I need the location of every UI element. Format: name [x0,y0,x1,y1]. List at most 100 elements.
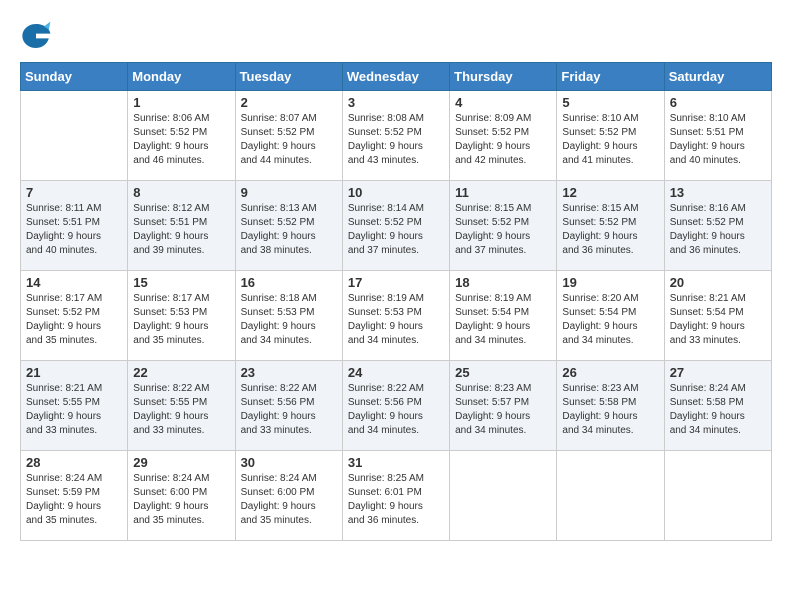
day-info: Sunrise: 8:22 AMSunset: 5:55 PMDaylight:… [133,382,229,438]
day-number: 13 [670,185,766,200]
calendar-cell [557,451,664,541]
calendar-cell: 5 Sunrise: 8:10 AMSunset: 5:52 PMDaylight… [557,91,664,181]
calendar-cell: 24 Sunrise: 8:22 AMSunset: 5:56 PMDayligh… [342,361,449,451]
day-number: 15 [133,275,229,290]
day-number: 26 [562,365,658,380]
weekday-header-tuesday: Tuesday [235,63,342,91]
day-number: 10 [348,185,444,200]
day-number: 29 [133,455,229,470]
day-info: Sunrise: 8:24 AMSunset: 6:00 PMDaylight:… [133,472,229,528]
day-info: Sunrise: 8:10 AMSunset: 5:52 PMDaylight:… [562,112,658,168]
calendar-cell: 6Sunrise: 8:10 AMSunset: 5:51 PMDaylight… [664,91,771,181]
day-number: 24 [348,365,444,380]
day-number: 8 [133,185,229,200]
calendar-cell: 15 Sunrise: 8:17 AMSunset: 5:53 PMDayligh… [128,271,235,361]
day-number: 22 [133,365,229,380]
calendar-cell: 2Sunrise: 8:07 AMSunset: 5:52 PMDaylight… [235,91,342,181]
day-info: Sunrise: 8:23 AMSunset: 5:57 PMDaylight:… [455,382,551,438]
day-info: Sunrise: 8:19 AMSunset: 5:54 PMDaylight:… [455,292,551,348]
calendar-cell: 14 Sunrise: 8:17 AMSunset: 5:52 PMDayligh… [21,271,128,361]
weekday-header-thursday: Thursday [450,63,557,91]
calendar-cell: 8 Sunrise: 8:12 AMSunset: 5:51 PMDaylight… [128,181,235,271]
calendar-cell: 10 Sunrise: 8:14 AMSunset: 5:52 PMDayligh… [342,181,449,271]
calendar-table: SundayMondayTuesdayWednesdayThursdayFrid… [20,62,772,541]
calendar-cell: 28Sunrise: 8:24 AMSunset: 5:59 PMDayligh… [21,451,128,541]
calendar-cell: 26 Sunrise: 8:23 AMSunset: 5:58 PMDayligh… [557,361,664,451]
day-info: Sunrise: 8:24 AMSunset: 6:00 PMDaylight:… [241,472,337,528]
calendar-cell: 13 Sunrise: 8:16 AMSunset: 5:52 PMDayligh… [664,181,771,271]
day-info: Sunrise: 8:18 AMSunset: 5:53 PMDaylight:… [241,292,337,348]
calendar-cell: 3 Sunrise: 8:08 AMSunset: 5:52 PMDaylight… [342,91,449,181]
calendar-cell: 27 Sunrise: 8:24 AMSunset: 5:58 PMDayligh… [664,361,771,451]
day-number: 9 [241,185,337,200]
day-number: 1 [133,95,229,110]
day-info: Sunrise: 8:15 AMSunset: 5:52 PMDaylight:… [562,202,658,258]
day-info: Sunrise: 8:12 AMSunset: 5:51 PMDaylight:… [133,202,229,258]
day-number: 12 [562,185,658,200]
weekday-header-friday: Friday [557,63,664,91]
day-info: Sunrise: 8:23 AMSunset: 5:58 PMDaylight:… [562,382,658,438]
day-info: Sunrise: 8:16 AMSunset: 5:52 PMDaylight:… [670,202,766,258]
day-number: 16 [241,275,337,290]
day-number: 17 [348,275,444,290]
day-info: Sunrise: 8:20 AMSunset: 5:54 PMDaylight:… [562,292,658,348]
day-number: 14 [26,275,122,290]
calendar-week-row: 7 Sunrise: 8:11 AMSunset: 5:51 PMDaylight… [21,181,772,271]
calendar-cell: 12 Sunrise: 8:15 AMSunset: 5:52 PMDayligh… [557,181,664,271]
day-info: Sunrise: 8:22 AMSunset: 5:56 PMDaylight:… [348,382,444,438]
weekday-header-monday: Monday [128,63,235,91]
day-info: Sunrise: 8:21 AMSunset: 5:55 PMDaylight:… [26,382,122,438]
day-info: Sunrise: 8:11 AMSunset: 5:51 PMDaylight:… [26,202,122,258]
calendar-cell: 30 Sunrise: 8:24 AMSunset: 6:00 PMDayligh… [235,451,342,541]
calendar-cell: 1 Sunrise: 8:06 AMSunset: 5:52 PMDaylight… [128,91,235,181]
day-info: Sunrise: 8:25 AMSunset: 6:01 PMDaylight:… [348,472,444,528]
day-number: 25 [455,365,551,380]
day-info: Sunrise: 8:09 AMSunset: 5:52 PMDaylight:… [455,112,551,168]
day-number: 4 [455,95,551,110]
weekday-header-row: SundayMondayTuesdayWednesdayThursdayFrid… [21,63,772,91]
calendar-cell: 20Sunrise: 8:21 AMSunset: 5:54 PMDayligh… [664,271,771,361]
day-info: Sunrise: 8:22 AMSunset: 5:56 PMDaylight:… [241,382,337,438]
calendar-cell: 4 Sunrise: 8:09 AMSunset: 5:52 PMDaylight… [450,91,557,181]
weekday-header-saturday: Saturday [664,63,771,91]
day-info: Sunrise: 8:15 AMSunset: 5:52 PMDaylight:… [455,202,551,258]
calendar-cell [664,451,771,541]
calendar-cell: 16 Sunrise: 8:18 AMSunset: 5:53 PMDayligh… [235,271,342,361]
day-info: Sunrise: 8:13 AMSunset: 5:52 PMDaylight:… [241,202,337,258]
calendar-cell: 17 Sunrise: 8:19 AMSunset: 5:53 PMDayligh… [342,271,449,361]
calendar-week-row: 21 Sunrise: 8:21 AMSunset: 5:55 PMDayligh… [21,361,772,451]
day-number: 19 [562,275,658,290]
calendar-cell: 22 Sunrise: 8:22 AMSunset: 5:55 PMDayligh… [128,361,235,451]
calendar-cell: 9 Sunrise: 8:13 AMSunset: 5:52 PMDaylight… [235,181,342,271]
day-number: 20 [670,275,766,290]
day-info: Sunrise: 8:14 AMSunset: 5:52 PMDaylight:… [348,202,444,258]
logo [20,20,58,52]
calendar-cell: 7 Sunrise: 8:11 AMSunset: 5:51 PMDaylight… [21,181,128,271]
calendar-cell: 21 Sunrise: 8:21 AMSunset: 5:55 PMDayligh… [21,361,128,451]
day-info: Sunrise: 8:24 AMSunset: 5:58 PMDaylight:… [670,382,766,438]
day-number: 31 [348,455,444,470]
day-number: 3 [348,95,444,110]
day-info: Sunrise: 8:24 AMSunset: 5:59 PMDaylight:… [26,472,122,528]
calendar-week-row: 14 Sunrise: 8:17 AMSunset: 5:52 PMDayligh… [21,271,772,361]
day-info: Sunrise: 8:17 AMSunset: 5:53 PMDaylight:… [133,292,229,348]
day-number: 30 [241,455,337,470]
day-number: 18 [455,275,551,290]
calendar-cell: 31 Sunrise: 8:25 AMSunset: 6:01 PMDayligh… [342,451,449,541]
day-info: Sunrise: 8:17 AMSunset: 5:52 PMDaylight:… [26,292,122,348]
logo-icon [20,20,52,52]
day-info: Sunrise: 8:06 AMSunset: 5:52 PMDaylight:… [133,112,229,168]
day-number: 6 [670,95,766,110]
day-number: 21 [26,365,122,380]
day-number: 23 [241,365,337,380]
calendar-cell: 18 Sunrise: 8:19 AMSunset: 5:54 PMDayligh… [450,271,557,361]
day-info: Sunrise: 8:08 AMSunset: 5:52 PMDaylight:… [348,112,444,168]
day-number: 7 [26,185,122,200]
day-number: 27 [670,365,766,380]
day-number: 5 [562,95,658,110]
calendar-cell: 23 Sunrise: 8:22 AMSunset: 5:56 PMDayligh… [235,361,342,451]
calendar-cell: 29 Sunrise: 8:24 AMSunset: 6:00 PMDayligh… [128,451,235,541]
calendar-week-row: 28Sunrise: 8:24 AMSunset: 5:59 PMDayligh… [21,451,772,541]
day-info: Sunrise: 8:19 AMSunset: 5:53 PMDaylight:… [348,292,444,348]
calendar-cell [21,91,128,181]
